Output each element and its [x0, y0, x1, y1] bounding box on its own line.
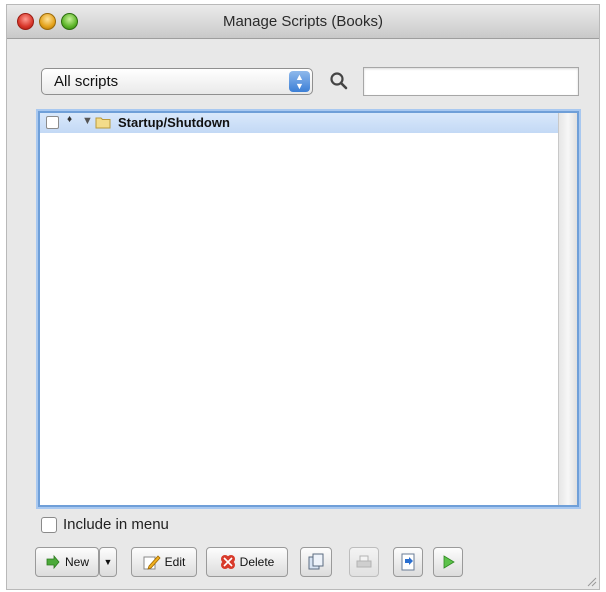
script-filter-popup[interactable]: All scripts ▲ ▼: [41, 68, 313, 95]
chevron-down-icon: ▼: [103, 557, 113, 567]
popup-arrows-icon: ▲ ▼: [289, 71, 310, 92]
new-script-button[interactable]: New: [35, 547, 99, 577]
duplicate-script-button[interactable]: [300, 547, 332, 577]
edit-script-button[interactable]: Edit: [131, 547, 197, 577]
new-options-dropdown[interactable]: ▼: [99, 547, 117, 577]
new-button-label: New: [64, 555, 89, 569]
print-icon: [356, 555, 372, 568]
delete-script-button[interactable]: Delete: [206, 547, 288, 577]
vertical-scrollbar[interactable]: [558, 113, 577, 505]
disclosure-triangle-icon[interactable]: ▼: [82, 115, 93, 127]
row-checkbox[interactable]: [46, 116, 59, 129]
manage-scripts-window: Manage Scripts (Books) All scripts ▲ ▼ ♦ …: [6, 4, 600, 590]
title-bar[interactable]: Manage Scripts (Books): [7, 5, 599, 39]
window-title: Manage Scripts (Books): [222, 13, 384, 30]
script-list[interactable]: ♦ ▼ Startup/Shutdown: [38, 111, 579, 507]
folder-icon: [95, 117, 111, 129]
duplicate-icon: [308, 553, 324, 570]
resize-grip-icon[interactable]: [585, 575, 597, 587]
script-filter-selected: All scripts: [54, 73, 119, 90]
list-item[interactable]: ♦ ▼ Startup/Shutdown: [40, 113, 558, 133]
edit-button-label: Edit: [164, 555, 186, 569]
import-icon: [401, 553, 415, 571]
import-script-button[interactable]: [393, 547, 423, 577]
search-input[interactable]: [363, 67, 579, 96]
delete-button-label: Delete: [239, 555, 275, 569]
new-icon: [46, 554, 60, 570]
delete-icon: [220, 555, 235, 569]
include-in-menu-label: Include in menu: [63, 516, 169, 533]
perform-icon: [443, 555, 455, 569]
include-in-menu-checkbox[interactable]: [41, 517, 57, 533]
perform-script-button[interactable]: [433, 547, 463, 577]
search-icon: [330, 72, 348, 90]
drag-handle-icon[interactable]: ♦: [67, 114, 72, 125]
list-item-label: Startup/Shutdown: [118, 115, 230, 130]
print-script-button[interactable]: [349, 547, 379, 577]
edit-icon: [143, 555, 161, 570]
